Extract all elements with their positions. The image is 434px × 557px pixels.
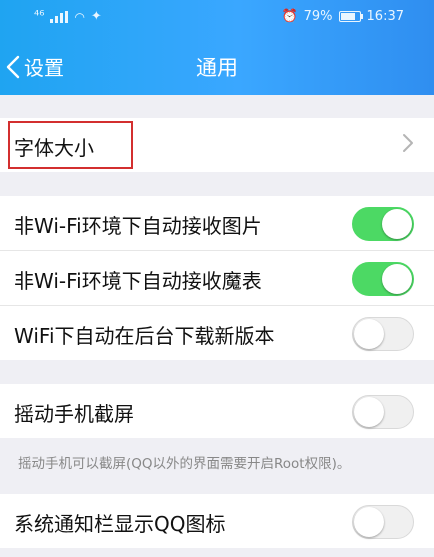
toggle-knob bbox=[354, 319, 384, 349]
alarm-icon: ⏰ bbox=[281, 9, 298, 24]
shake-screenshot-label: 摇动手机截屏 bbox=[14, 402, 134, 426]
auto-receive-images-row: 非Wi-Fi环境下自动接收图片 bbox=[0, 196, 434, 251]
toggle-knob bbox=[354, 397, 384, 427]
toggle-knob bbox=[382, 209, 412, 239]
status-left: ⁴⁶ ◠ ✦ bbox=[34, 9, 102, 24]
font-size-label: 字体大小 bbox=[14, 136, 94, 160]
network-type: ⁴⁶ bbox=[34, 9, 45, 24]
auto-receive-images-toggle[interactable] bbox=[352, 207, 414, 241]
shake-screenshot-row: 摇动手机截屏 bbox=[0, 384, 434, 438]
media-section: 非Wi-Fi环境下自动接收图片 非Wi-Fi环境下自动接收魔表 WiFi下自动在… bbox=[0, 196, 434, 360]
wifi-icon: ◠ bbox=[74, 9, 85, 24]
notify-icon-toggle[interactable] bbox=[352, 505, 414, 539]
shake-screenshot-note: 摇动手机可以截屏(QQ以外的界面需要开启Root权限)。 bbox=[18, 456, 351, 472]
status-bar: ⁴⁶ ◠ ✦ ⏰ 79% 16:37 bbox=[0, 0, 434, 32]
page-title: 通用 bbox=[196, 56, 238, 80]
font-size-row[interactable]: 字体大小 bbox=[0, 118, 434, 172]
wifi-auto-update-label: WiFi下自动在后台下载新版本 bbox=[14, 324, 275, 348]
notify-icon-row: 系统通知栏显示QQ图标 bbox=[0, 494, 434, 548]
nav-bar: 设置 通用 bbox=[0, 40, 434, 90]
clock: 16:37 bbox=[366, 9, 404, 24]
font-section: 字体大小 bbox=[0, 118, 434, 172]
wifi-auto-update-toggle[interactable] bbox=[352, 317, 414, 351]
battery-icon bbox=[338, 11, 363, 22]
shake-section: 摇动手机截屏 bbox=[0, 384, 434, 438]
shake-screenshot-toggle[interactable] bbox=[352, 395, 414, 429]
battery-percentage: 79% bbox=[303, 9, 333, 24]
toggle-knob bbox=[354, 507, 384, 537]
auto-receive-magic-row: 非Wi-Fi环境下自动接收魔表 bbox=[0, 251, 434, 306]
auto-receive-magic-label: 非Wi-Fi环境下自动接收魔表 bbox=[14, 269, 262, 293]
notification-icon: ✦ bbox=[90, 9, 102, 24]
chevron-right-icon bbox=[403, 134, 413, 152]
wifi-auto-update-row: WiFi下自动在后台下载新版本 bbox=[0, 306, 434, 360]
app-header: ⁴⁶ ◠ ✦ ⏰ 79% 16:37 设置 通用 bbox=[0, 0, 434, 95]
auto-receive-magic-toggle[interactable] bbox=[352, 262, 414, 296]
signal-icon bbox=[50, 10, 69, 23]
toggle-knob bbox=[382, 264, 412, 294]
auto-receive-images-label: 非Wi-Fi环境下自动接收图片 bbox=[14, 214, 262, 238]
notify-section: 系统通知栏显示QQ图标 bbox=[0, 494, 434, 548]
notify-icon-label: 系统通知栏显示QQ图标 bbox=[14, 512, 226, 536]
status-right: ⏰ 79% 16:37 bbox=[281, 9, 404, 24]
